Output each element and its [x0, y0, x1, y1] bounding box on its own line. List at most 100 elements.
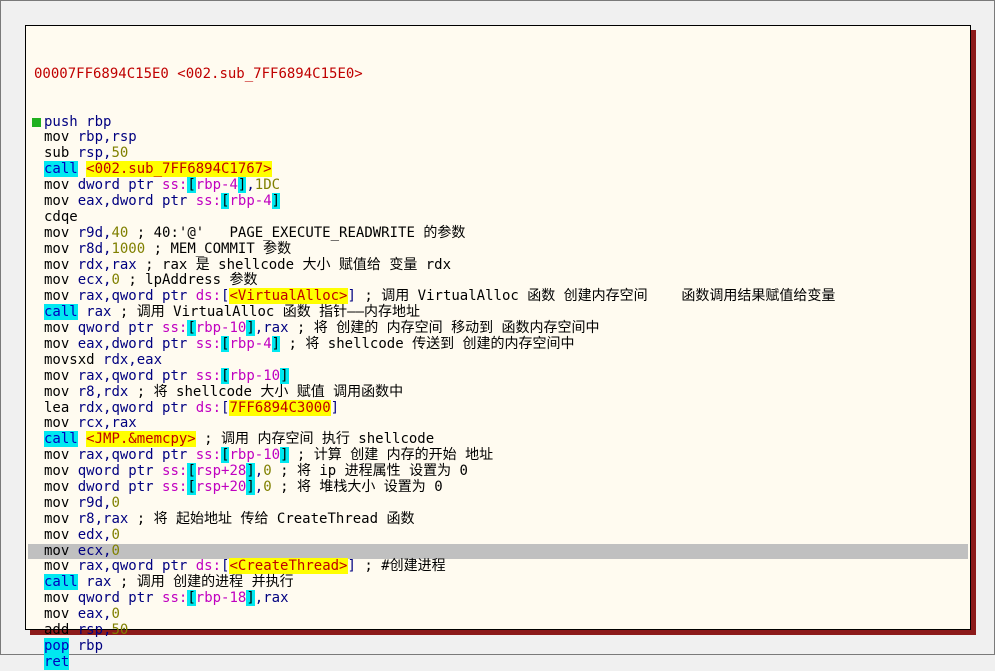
instruction-mnemonic: pop	[44, 637, 70, 654]
instruction-line[interactable]: movsxd rdx,eax	[34, 352, 964, 369]
instruction-operand: 50	[111, 622, 129, 639]
instruction-operand: r9d,	[77, 494, 112, 511]
instruction-line[interactable]: ret	[34, 653, 964, 671]
operand-target[interactable]: <VirtualAlloc>	[229, 288, 348, 305]
instruction-line[interactable]: mov qword ptr ss:[rbp-10],rax ; 将 创建的 内存…	[34, 320, 964, 337]
instruction-line[interactable]: mov rbp,rsp	[34, 129, 964, 146]
instruction-mnemonic: mov	[44, 542, 70, 559]
instruction-operand: [	[187, 463, 196, 480]
instruction-line[interactable]: pop rbp	[34, 637, 964, 655]
instruction-operand: [	[187, 177, 196, 194]
instruction-line[interactable]: mov rax,qword ptr ss:[rbp-10] ; 计算 创建 内存…	[34, 447, 964, 464]
instruction-mnemonic: mov	[44, 320, 70, 337]
instruction-operand: 1DC	[254, 177, 281, 194]
instruction-operand: rbp-10	[229, 367, 281, 384]
instruction-operand: rax	[77, 304, 112, 321]
instruction-mnemonic: sub	[44, 145, 70, 162]
instruction-mnemonic: mov	[44, 192, 70, 209]
instruction-line[interactable]: mov dword ptr ss:[rsp+20],0 ; 将 堆栈大小 设置为…	[34, 479, 964, 496]
operand-target[interactable]: <002.sub_7FF6894C1767>	[86, 161, 272, 178]
instruction-mnemonic: call	[44, 304, 78, 321]
instruction-operand: r9d,	[77, 224, 112, 241]
instruction-comment: ; 将 shellcode 传送到 创建的内存空间中	[280, 335, 575, 352]
instruction-line[interactable]: mov dword ptr ss:[rbp-4],1DC	[34, 177, 964, 194]
instruction-line[interactable]: mov r8,rdx ; 将 shellcode 大小 赋值 调用函数中	[34, 384, 964, 401]
instruction-operand: rsp+28	[195, 463, 247, 480]
instruction-line[interactable]: call rax ; 调用 创建的进程 并执行	[34, 574, 964, 591]
operand-target[interactable]: 7FF6894C3000	[229, 399, 331, 416]
instruction-operand: rax,qword ptr	[77, 367, 196, 384]
instruction-mnemonic: cdqe	[44, 208, 78, 225]
instruction-line[interactable]: mov r8,rax ; 将 起始地址 传给 CreateThread 函数	[34, 510, 964, 528]
instruction-operand: ds:	[195, 558, 222, 575]
instruction-line[interactable]: mov eax,dword ptr ss:[rbp-4] ; 将 shellco…	[34, 335, 964, 353]
instruction-operand: rbp-4	[195, 177, 238, 194]
instruction-comment: ; 40:'@' PAGE_EXECUTE_READWRITE 的参数	[128, 224, 466, 241]
instruction-operand: ,rax	[254, 590, 289, 607]
instruction-operand: rbp,rsp	[77, 129, 137, 146]
instruction-operand: ss:	[162, 479, 188, 495]
instruction-line[interactable]: mov r9d,0	[34, 494, 964, 512]
code-listing: 00007FF6894C15E0 <002.sub_7FF6894C15E0> …	[28, 35, 968, 671]
instruction-mnemonic: mov	[44, 606, 70, 623]
window-frame: 00007FF6894C15E0 <002.sub_7FF6894C15E0> …	[0, 0, 995, 670]
instruction-line[interactable]: mov rax,qword ptr ds:[<CreateThread>] ; …	[34, 558, 964, 575]
instruction-line[interactable]: mov ecx,0 ; lpAddress 参数	[34, 272, 964, 289]
disassembly-graph-node[interactable]: 00007FF6894C15E0 <002.sub_7FF6894C15E0> …	[25, 25, 971, 670]
operand-target[interactable]: <JMP.&memcpy>	[86, 431, 196, 448]
instruction-line[interactable]: mov qword ptr ss:[rsp+28],0 ; 将 ip 进程属性 …	[34, 463, 964, 480]
instruction-operand: edx,	[77, 526, 112, 543]
instruction-mnemonic: mov	[44, 479, 70, 495]
instruction-operand: dword ptr	[77, 479, 163, 495]
instruction-operand: 50	[111, 145, 129, 162]
instruction-line[interactable]: add rsp,50	[34, 622, 964, 639]
instruction-operand: rdx,rax	[77, 256, 137, 273]
instruction-mnemonic: call	[44, 574, 78, 591]
instruction-operand: r8d,	[77, 240, 112, 257]
instruction-operand: ]	[246, 479, 255, 495]
instruction-operand: ,rax	[254, 320, 289, 337]
breakpoint-marker-icon[interactable]	[32, 117, 41, 127]
instruction-line[interactable]: push rbp	[32, 114, 964, 131]
instruction-mnemonic: call	[44, 431, 78, 448]
instruction-comment: ; 调用 VirtualAlloc 函数 创建内存空间 函数调用结果赋值给变量	[355, 288, 836, 305]
instruction-comment: ; 计算 创建 内存的开始 地址	[288, 447, 494, 464]
instruction-line[interactable]: mov rax,qword ptr ds:[<VirtualAlloc>] ; …	[34, 288, 964, 305]
instruction-line[interactable]: sub rsp,50	[34, 145, 964, 162]
instruction-line[interactable]: mov edx,0	[34, 526, 964, 544]
instruction-line[interactable]: mov r9d,40 ; 40:'@' PAGE_EXECUTE_READWRI…	[34, 224, 964, 242]
instruction-line[interactable]: mov r8d,1000 ; MEM_COMMIT 参数	[34, 240, 964, 258]
instruction-mnemonic: mov	[44, 240, 70, 257]
instruction-line[interactable]: mov eax,dword ptr ss:[rbp-4]	[34, 192, 964, 210]
function-header[interactable]: 00007FF6894C15E0 <002.sub_7FF6894C15E0>	[34, 66, 964, 83]
instruction-operand: 0	[111, 606, 120, 623]
instruction-operand: ]	[347, 558, 356, 575]
instruction-mnemonic: mov	[44, 510, 70, 527]
instruction-line[interactable]: mov qword ptr ss:[rbp-18],rax	[34, 590, 964, 607]
instruction-line[interactable]: mov rax,qword ptr ss:[rbp-10]	[34, 367, 964, 385]
instruction-line[interactable]: call rax ; 调用 VirtualAlloc 函数 指针——内存地址	[34, 304, 964, 321]
instruction-line[interactable]: call <JMP.&memcpy> ; 调用 内存空间 执行 shellcod…	[34, 431, 964, 448]
instruction-line[interactable]: call <002.sub_7FF6894C1767>	[34, 161, 964, 178]
instruction-operand: rsp,	[77, 622, 112, 639]
instruction-operand: ss:	[195, 447, 222, 464]
instruction-operand: ss:	[162, 320, 188, 337]
instruction-operand: rsp+20	[195, 479, 247, 495]
instruction-mnemonic: mov	[44, 494, 70, 511]
instruction-comment: ; 将 堆栈大小 设置为 0	[271, 479, 443, 495]
instruction-mnemonic: call	[44, 161, 78, 178]
instruction-mnemonic: mov	[44, 447, 70, 464]
instruction-operand: 0	[263, 463, 272, 480]
instruction-operand: ]	[280, 447, 289, 464]
instruction-operand: rax,qword ptr	[77, 447, 196, 464]
instruction-operand: ]	[347, 288, 356, 305]
instruction-line[interactable]: mov rcx,rax	[34, 415, 964, 432]
instruction-line[interactable]: cdqe	[34, 208, 964, 226]
instruction-operand: 0	[111, 494, 120, 511]
instruction-comment: ; 将 起始地址 传给 CreateThread 函数	[128, 510, 415, 527]
instruction-line[interactable]: lea rdx,qword ptr ds:[7FF6894C3000]	[34, 399, 964, 417]
instruction-operand: [	[187, 479, 196, 495]
instruction-line[interactable]: mov eax,0	[34, 606, 964, 623]
operand-target[interactable]: <CreateThread>	[229, 558, 348, 575]
instruction-line[interactable]: mov ecx,0	[28, 542, 968, 560]
